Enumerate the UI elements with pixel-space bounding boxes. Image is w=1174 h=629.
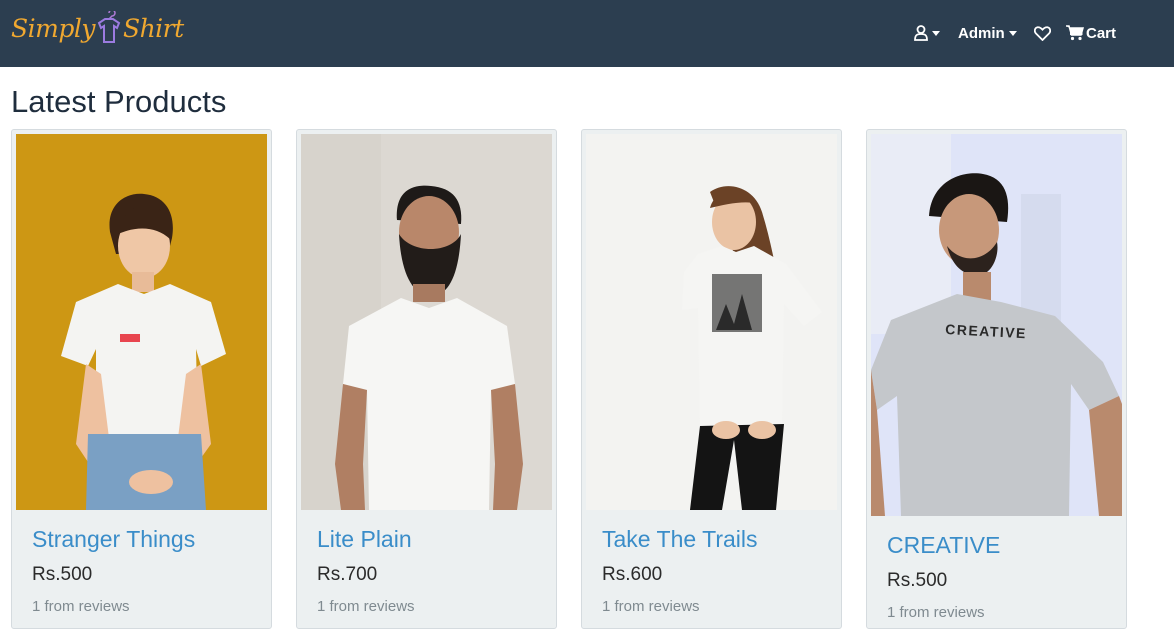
product-reviews: 1 from reviews: [32, 598, 130, 615]
product-photo: [301, 134, 552, 510]
product-card: Stranger Things Rs.500 1 from reviews: [11, 129, 272, 629]
cart-link[interactable]: Cart: [1066, 20, 1116, 46]
caret-down-icon: [1008, 30, 1017, 36]
product-card: Lite Plain Rs.700 1 from reviews: [296, 129, 557, 629]
page-title: Latest Products: [11, 84, 227, 119]
cart-label: Cart: [1086, 24, 1117, 42]
product-price: Rs.600: [602, 564, 663, 585]
product-photo: [586, 134, 837, 510]
brand-logo[interactable]: Simply Shirt: [11, 8, 184, 48]
product-reviews: 1 from reviews: [887, 604, 985, 621]
product-card-body: CREATIVE Rs.500 1 from reviews: [887, 532, 1117, 621]
product-price: Rs.500: [887, 570, 948, 591]
product-price: Rs.500: [32, 564, 93, 585]
product-photo: [871, 134, 1122, 516]
product-card-body: Lite Plain Rs.700 1 from reviews: [317, 526, 547, 615]
product-name-link[interactable]: Lite Plain: [317, 526, 547, 553]
heart-icon: [1034, 25, 1051, 41]
product-reviews: 1 from reviews: [317, 598, 415, 615]
product-reviews: 1 from reviews: [602, 598, 700, 615]
brand-name-part1: Simply: [11, 13, 95, 43]
product-image[interactable]: [16, 134, 267, 510]
user-menu-toggle[interactable]: [914, 20, 940, 46]
product-name-link[interactable]: Stranger Things: [32, 526, 262, 553]
product-name-link[interactable]: Take The Trails: [602, 526, 832, 553]
navbar: Simply Shirt Admin Cart: [0, 0, 1174, 67]
product-price: Rs.700: [317, 564, 378, 585]
caret-down-icon: [932, 30, 940, 36]
product-name-link[interactable]: CREATIVE: [887, 532, 1117, 559]
product-image[interactable]: CREATIVE: [871, 134, 1122, 516]
product-card: CREATIVE CREATIVE Rs.500 1 from reviews: [866, 129, 1127, 629]
product-card: Take The Trails Rs.600 1 from reviews: [581, 129, 842, 629]
product-card-body: Take The Trails Rs.600 1 from reviews: [602, 526, 832, 615]
wishlist-link[interactable]: [1034, 20, 1051, 46]
admin-menu-toggle[interactable]: Admin: [958, 20, 1017, 46]
product-image[interactable]: [586, 134, 837, 510]
cart-icon: [1066, 25, 1084, 41]
user-icon: [914, 25, 928, 41]
shirt-logo-icon: [97, 11, 121, 43]
brand-name-part2: Shirt: [122, 13, 184, 43]
product-card-body: Stranger Things Rs.500 1 from reviews: [32, 526, 262, 615]
product-photo: [16, 134, 267, 510]
product-image[interactable]: [301, 134, 552, 510]
admin-menu-label: Admin: [958, 24, 1005, 42]
